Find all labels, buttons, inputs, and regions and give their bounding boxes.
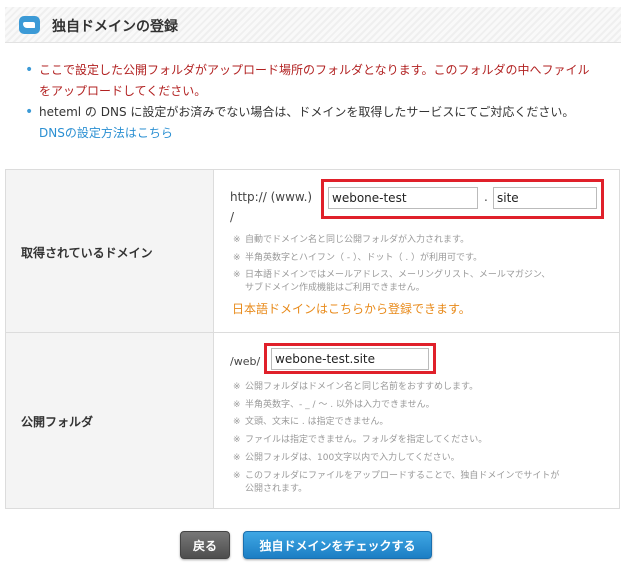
jp-domain-link[interactable]: 日本語ドメインはこちらから登録できます。 (232, 300, 471, 317)
note-upload-line1: ここで設定した公開フォルダがアップロード場所のフォルダとなります。このフォルダの… (39, 63, 590, 77)
url-prefix: http:// (www.) (230, 190, 313, 204)
notes-list: • ここで設定した公開フォルダがアップロード場所のフォルダとなります。このフォル… (25, 60, 615, 144)
folder-hint-5: ※ 公開フォルダは、100文字以内で入力してください。 (233, 453, 460, 463)
url-slash: / (230, 210, 235, 224)
note-upload-folder: • ここで設定した公開フォルダがアップロード場所のフォルダとなります。このフォル… (25, 60, 615, 102)
domain-hint-3: ※ 日本語ドメインではメールアドレス、メーリングリスト、メールマガジン、 サブドメイ… (233, 270, 551, 293)
cloud-icon (19, 16, 40, 34)
bullet-icon: • (25, 62, 34, 78)
domain-value-cell: http:// (www.) . / ※自動でドメイン名と同じ公開フォルダが入力… (214, 170, 619, 332)
folder-input[interactable] (271, 348, 429, 370)
note-upload-line2: をアップロードしてください。 (39, 84, 207, 98)
folder-hint-1: ※ 公開フォルダはドメイン名と同じ名前をおすすめします。 (233, 382, 479, 392)
page-header: 独自ドメインの登録 (5, 7, 621, 43)
page-title: 独自ドメインの登録 (52, 19, 178, 35)
domain-label-cell: 取得されているドメイン (6, 170, 214, 332)
check-domain-button[interactable]: 独自ドメインをチェックする (243, 531, 432, 559)
folder-label: 公開フォルダ (21, 415, 94, 429)
folder-label-cell: 公開フォルダ (6, 333, 214, 508)
domain-form: 取得されているドメイン http:// (www.) . / ※自動でドメイン名… (5, 169, 620, 509)
note-dns: • heteml の DNS に設定がお済みでない場合は、ドメインを取得したサー… (25, 102, 615, 144)
folder-value-cell: /web/ ※公開フォルダはドメイン名と同じ名前をおすすめします。 ※半角英数字… (214, 333, 619, 508)
dns-settings-link[interactable]: DNSの設定方法はこちら (39, 123, 615, 144)
domain-tld-input[interactable] (493, 187, 597, 209)
domain-label: 取得されているドメイン (21, 246, 153, 260)
domain-hint-1: ※ 自動でドメイン名と同じ公開フォルダが入力されます。 (233, 235, 470, 245)
folder-prefix: /web/ (230, 355, 261, 368)
bullet-icon: • (25, 104, 34, 120)
domain-hint-2: ※ 半角英数字とハイフン（ - ）、ドット（ . ）が利用可です。 (233, 253, 483, 263)
folder-hint-3: ※ 文頭、文末に . は指定できません。 (233, 417, 389, 427)
domain-row: 取得されているドメイン http:// (www.) . / ※自動でドメイン名… (6, 170, 619, 333)
back-button[interactable]: 戻る (180, 531, 230, 559)
folder-hint-4: ※ ファイルは指定できません。フォルダを指定してください。 (233, 435, 488, 445)
domain-name-input[interactable] (328, 187, 478, 209)
domain-dot: . (484, 190, 488, 204)
folder-hint-2: ※ 半角英数字、- _ / ～ . 以外は入力できません。 (233, 400, 435, 410)
folder-hint-6: ※ このフォルダにファイルをアップロードすることで、独自ドメインでサイトが 公開され… (233, 471, 560, 494)
note-dns-text: heteml の DNS に設定がお済みでない場合は、ドメインを取得したサービス… (39, 105, 575, 119)
folder-row: 公開フォルダ /web/ ※公開フォルダはドメイン名と同じ名前をおすすめします。… (6, 333, 619, 508)
